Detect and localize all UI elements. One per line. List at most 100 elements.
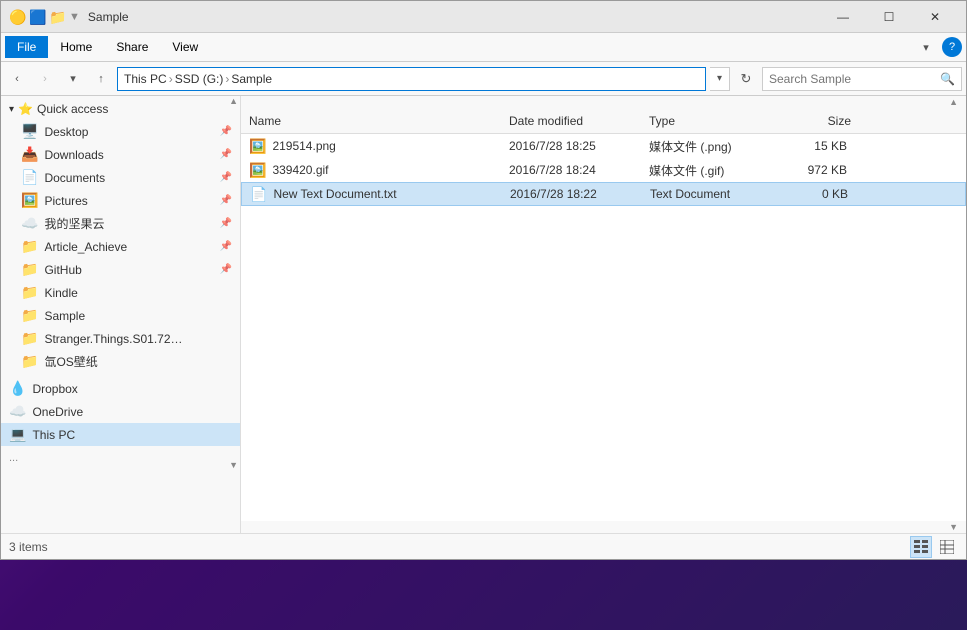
github-label: GitHub [44,263,81,277]
sidebar-item-jianguoyun[interactable]: ☁️ 我的坚果云 📌 [1,212,240,235]
file-type-cell-1: 媒体文件 (.png) [645,138,775,155]
pictures-pin-icon: 📌 [220,195,232,206]
sidebar-item-nixos[interactable]: 📁 氙OS壁纸 [1,350,240,373]
sidebar-section-quick-access[interactable]: ▾ ⭐ Quick access [1,96,240,120]
this-pc-label: This PC [32,428,75,442]
address-path: This PC › SSD (G:) › Sample [117,67,706,91]
sidebar-item-downloads[interactable]: 📥 Downloads 📌 [1,143,240,166]
quick-access-star-icon: ⭐ [18,102,33,116]
tab-share[interactable]: Share [104,36,160,58]
status-bar: 3 items [1,533,966,559]
tab-home[interactable]: Home [48,36,104,58]
maximize-button[interactable]: ☐ [866,1,912,33]
sort-up-arrow: ▲ [949,97,958,107]
github-icon: 📁 [21,261,38,278]
explorer-window: 🟡 🟦 📁 ▼ Sample — ☐ ✕ File Home Share Vie… [0,0,967,560]
table-row[interactable]: 📄 New Text Document.txt 2016/7/28 18:22 … [241,182,966,206]
path-this-pc[interactable]: This PC [124,72,167,86]
title-dropdown-arrow[interactable]: ▼ [69,11,80,23]
file-area: ▲ Name Date modified Type Size [241,96,966,533]
details-view-button[interactable] [910,536,932,558]
ribbon: File Home Share View ▾ ? [1,33,966,62]
jianguoyun-pin-icon: 📌 [220,218,232,229]
main-content: ▲ ▾ ⭐ Quick access 🖥️ Desktop 📌 📥 Downlo… [1,96,966,533]
sort-arrow-top-container: ▲ [241,96,966,108]
dropbox-label: Dropbox [32,382,77,396]
nixos-label: 氙OS壁纸 [44,353,97,370]
details-view-icon [914,540,928,554]
col-header-name[interactable]: Name [245,108,505,133]
sidebar-item-desktop[interactable]: 🖥️ Desktop 📌 [1,120,240,143]
file-date-cell-3: 2016/7/28 18:22 [506,187,646,201]
sidebar: ▲ ▾ ⭐ Quick access 🖥️ Desktop 📌 📥 Downlo… [1,96,241,533]
file-name-cell-1: 🖼️ 219514.png [245,138,505,155]
search-input[interactable] [769,72,940,86]
title-bar-icons: 🟡 🟦 📁 ▼ [9,9,80,25]
sidebar-item-documents[interactable]: 📄 Documents 📌 [1,166,240,189]
sidebar-item-stranger[interactable]: 📁 Stranger.Things.S01.720p.N [1,327,240,350]
path-ssd[interactable]: SSD (G:) [175,72,224,86]
ribbon-dropdown-btn[interactable]: ▾ [914,35,938,59]
file-size-cell-3: 0 KB [776,187,856,201]
sidebar-item-kindle[interactable]: 📁 Kindle [1,281,240,304]
file-size-cell-1: 15 KB [775,139,855,153]
path-sample[interactable]: Sample [231,72,272,86]
file-type-cell-3: Text Document [646,187,776,201]
sidebar-item-article-achieve[interactable]: 📁 Article_Achieve 📌 [1,235,240,258]
help-button[interactable]: ? [942,37,962,57]
address-dropdown-btn[interactable]: ▾ [710,67,730,91]
minimize-button[interactable]: — [820,1,866,33]
pictures-label: Pictures [44,194,87,208]
col-header-size[interactable]: Size [775,108,855,133]
sample-label: Sample [44,309,85,323]
file-size-cell-2: 972 KB [775,163,855,177]
sidebar-scroll-down-arrow[interactable]: ▼ [229,460,238,470]
tab-file[interactable]: File [5,36,48,58]
up-button[interactable]: ↑ [89,67,113,91]
col-header-type[interactable]: Type [645,108,775,133]
sidebar-item-github[interactable]: 📁 GitHub 📌 [1,258,240,281]
sidebar-item-onedrive[interactable]: ☁️ OneDrive [1,400,240,423]
large-icons-view-button[interactable] [936,536,958,558]
documents-label: Documents [44,171,105,185]
this-pc-icon: 💻 [9,426,26,443]
back-button[interactable]: ‹ [5,67,29,91]
sort-arrow-bottom-container: ▼ [241,521,966,533]
forward-button[interactable]: › [33,67,57,91]
desktop-icon: 🖥️ [21,123,38,140]
col-header-date[interactable]: Date modified [505,108,645,133]
downloads-label: Downloads [44,148,103,162]
path-sep-2: › [225,72,229,86]
tab-view[interactable]: View [160,36,210,58]
close-button[interactable]: ✕ [912,1,958,33]
window-title: Sample [88,10,820,24]
status-view-controls [910,536,958,558]
onedrive-label: OneDrive [32,405,83,419]
item-count: 3 items [9,540,48,554]
recent-locations-button[interactable]: ▾ [61,67,85,91]
table-row[interactable]: 🖼️ 339420.gif 2016/7/28 18:24 媒体文件 (.gif… [241,158,966,182]
file-name-1: 219514.png [272,139,335,153]
file-icon-2: 🖼️ [249,162,266,179]
sidebar-item-dropbox[interactable]: 💧 Dropbox [1,377,240,400]
desktop-pin-icon: 📌 [220,126,232,137]
sidebar-item-sample[interactable]: 📁 Sample [1,304,240,327]
refresh-button[interactable]: ↻ [734,67,758,91]
sidebar-item-this-pc[interactable]: 💻 This PC [1,423,240,446]
dropbox-icon: 💧 [9,380,26,397]
search-icon[interactable]: 🔍 [940,72,955,86]
sidebar-item-pictures[interactable]: 🖼️ Pictures 📌 [1,189,240,212]
sidebar-more-text: ... [9,452,18,464]
sidebar-scroll-up-arrow[interactable]: ▲ [229,96,238,106]
downloads-icon: 📥 [21,146,38,163]
ribbon-tabs: File Home Share View ▾ ? [1,33,966,61]
quick-access-label: Quick access [37,102,108,116]
sort-down-arrow: ▼ [949,522,958,532]
folder-icon-small: 🟡 [9,9,25,25]
table-row[interactable]: 🖼️ 219514.png 2016/7/28 18:25 媒体文件 (.png… [241,134,966,158]
folder-icon-main: 📁 [49,9,65,25]
jianguoyun-label: 我的坚果云 [44,215,104,232]
documents-pin-icon: 📌 [220,172,232,183]
search-box[interactable]: 🔍 [762,67,962,91]
desktop-label: Desktop [44,125,88,139]
